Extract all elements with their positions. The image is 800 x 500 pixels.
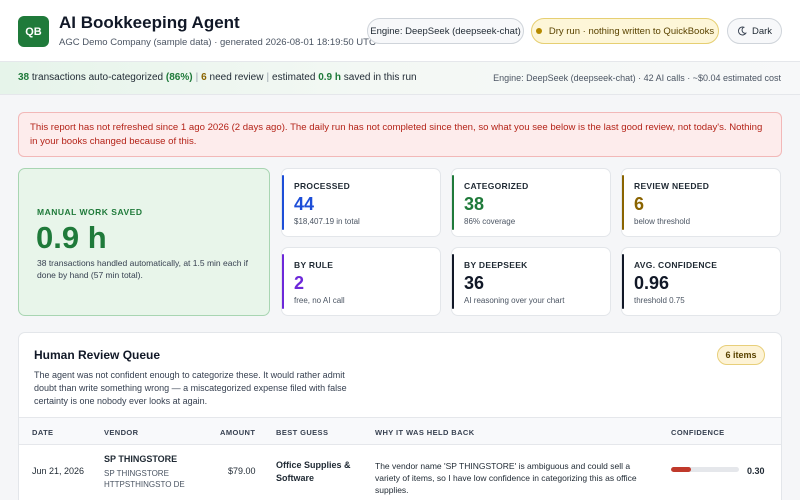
- queue-table-header: DATE VENDOR AMOUNT BEST GUESS WHY IT WAS…: [19, 417, 781, 445]
- stat-label: REVIEW NEEDED: [634, 181, 710, 191]
- row-vendor-raw-1: SP THINGSTORE: [104, 469, 169, 478]
- summary-categorized-count: 38: [18, 72, 30, 83]
- stat-accent-bar: [622, 175, 624, 230]
- app-subtitle: AGC Demo Company (sample data) · generat…: [59, 37, 376, 48]
- summary-saved-text: saved in this run: [343, 72, 417, 83]
- stat-card-by-deepseek: BY DEEPSEEK 36 AI reasoning over your ch…: [451, 247, 611, 316]
- human-review-queue: Human Review Queue 6 items The agent was…: [18, 332, 782, 500]
- stat-sub: AI reasoning over your chart: [464, 296, 565, 305]
- column-header-date[interactable]: DATE: [32, 428, 53, 437]
- stat-accent-bar: [452, 175, 454, 230]
- engine-pill[interactable]: Engine: DeepSeek (deepseek-chat): [367, 18, 524, 44]
- summary-percent: (86%): [165, 72, 193, 83]
- stat-value: 2: [294, 273, 305, 293]
- stat-label: CATEGORIZED: [464, 181, 529, 191]
- manual-work-saved-card: MANUAL WORK SAVED 0.9 h 38 transactions …: [18, 168, 270, 316]
- column-header-best-guess[interactable]: BEST GUESS: [276, 428, 328, 437]
- column-header-amount[interactable]: AMOUNT: [220, 428, 255, 437]
- row-confidence: 0.30: [747, 466, 765, 476]
- column-header-vendor[interactable]: VENDOR: [104, 428, 139, 437]
- app-title: AI Bookkeeping Agent: [59, 13, 240, 32]
- confidence-bar: [671, 467, 739, 472]
- stat-accent-bar: [282, 254, 284, 309]
- stat-accent-bar: [622, 254, 624, 309]
- engine-pill-label: Engine: DeepSeek (deepseek-chat): [370, 25, 521, 37]
- queue-count-badge: 6 items: [717, 345, 765, 365]
- row-best-guess: Office Supplies & Software: [276, 460, 351, 483]
- column-header-reason[interactable]: WHY IT WAS HELD BACK: [375, 428, 475, 437]
- stat-card-avg-confidence: AVG. CONFIDENCE 0.96 threshold 0.75: [621, 247, 781, 316]
- summary-hours: 0.9 h: [318, 72, 341, 83]
- queue-description: The agent was not confident enough to ca…: [34, 370, 347, 406]
- app-header: QB AI Bookkeeping Agent AGC Demo Company…: [0, 0, 800, 62]
- stale-report-alert: This report has not refreshed since 1 ag…: [18, 112, 782, 157]
- stat-value: 6: [634, 194, 645, 214]
- stat-accent-bar: [282, 175, 284, 230]
- summary-categorized-text: transactions auto-categorized: [31, 72, 164, 83]
- stat-label: BY RULE: [294, 260, 334, 270]
- dry-run-pill-label: Dry run · nothing written to QuickBooks: [548, 25, 715, 37]
- summary-strip: 38 transactions auto-categorized (86%) | 6…: [0, 62, 800, 95]
- stat-sub: free, no AI call: [294, 296, 345, 305]
- summary-review-count: 6: [201, 72, 207, 83]
- moon-icon: [737, 26, 747, 36]
- stat-sub: $18,407.19 in total: [294, 217, 360, 226]
- stat-sub: below threshold: [634, 217, 691, 226]
- row-date: Jun 21, 2026: [32, 466, 85, 476]
- stat-sub: 86% coverage: [464, 217, 516, 226]
- app-logo: QB: [18, 16, 49, 47]
- hero-label: MANUAL WORK SAVED: [37, 207, 143, 217]
- summary-engine-cost: Engine: DeepSeek (deepseek-chat) · 42 AI…: [493, 73, 781, 83]
- row-amount: $79.00: [228, 466, 256, 476]
- hero-value: 0.9 h: [36, 220, 107, 255]
- stat-accent-bar: [452, 254, 454, 309]
- stat-sub: threshold 0.75: [634, 296, 685, 305]
- stat-value: 44: [294, 194, 315, 214]
- row-vendor: SP THINGSTORE: [104, 454, 178, 464]
- stale-report-alert-text: This report has not refreshed since 1 ag…: [30, 122, 763, 147]
- row-reason: The vendor name 'SP THINGSTORE' is ambig…: [375, 461, 637, 495]
- column-header-confidence[interactable]: CONFIDENCE: [671, 428, 725, 437]
- summary-review-text: need review: [209, 72, 264, 83]
- stat-card-categorized: CATEGORIZED 38 86% coverage: [451, 168, 611, 237]
- stat-label: AVG. CONFIDENCE: [634, 260, 718, 270]
- stat-card-processed: PROCESSED 44 $18,407.19 in total: [281, 168, 441, 237]
- theme-toggle-label: Dark: [751, 25, 773, 37]
- stat-label: BY DEEPSEEK: [464, 260, 528, 270]
- queue-title: Human Review Queue: [34, 348, 161, 362]
- stat-label: PROCESSED: [294, 181, 351, 191]
- stat-card-review-needed: REVIEW NEEDED 6 below threshold: [621, 168, 781, 237]
- summary-estimated-text: estimated: [272, 72, 316, 83]
- dry-run-dot-icon: [535, 28, 542, 34]
- stat-value: 38: [464, 194, 485, 214]
- theme-toggle-button[interactable]: Dark: [727, 18, 782, 44]
- summary-text: 38 transactions auto-categorized (86%) | 6…: [18, 72, 417, 83]
- stat-value: 36: [464, 273, 485, 293]
- stat-value: 0.96: [634, 273, 670, 293]
- stat-card-by-rule: BY RULE 2 free, no AI call: [281, 247, 441, 316]
- dry-run-pill[interactable]: Dry run · nothing written to QuickBooks: [531, 18, 719, 44]
- hero-description: 38 transactions handled automatically, a…: [37, 258, 249, 280]
- confidence-bar-fill: [671, 467, 692, 472]
- row-vendor-raw-2: HTTPSTHINGSTO DE: [104, 480, 185, 489]
